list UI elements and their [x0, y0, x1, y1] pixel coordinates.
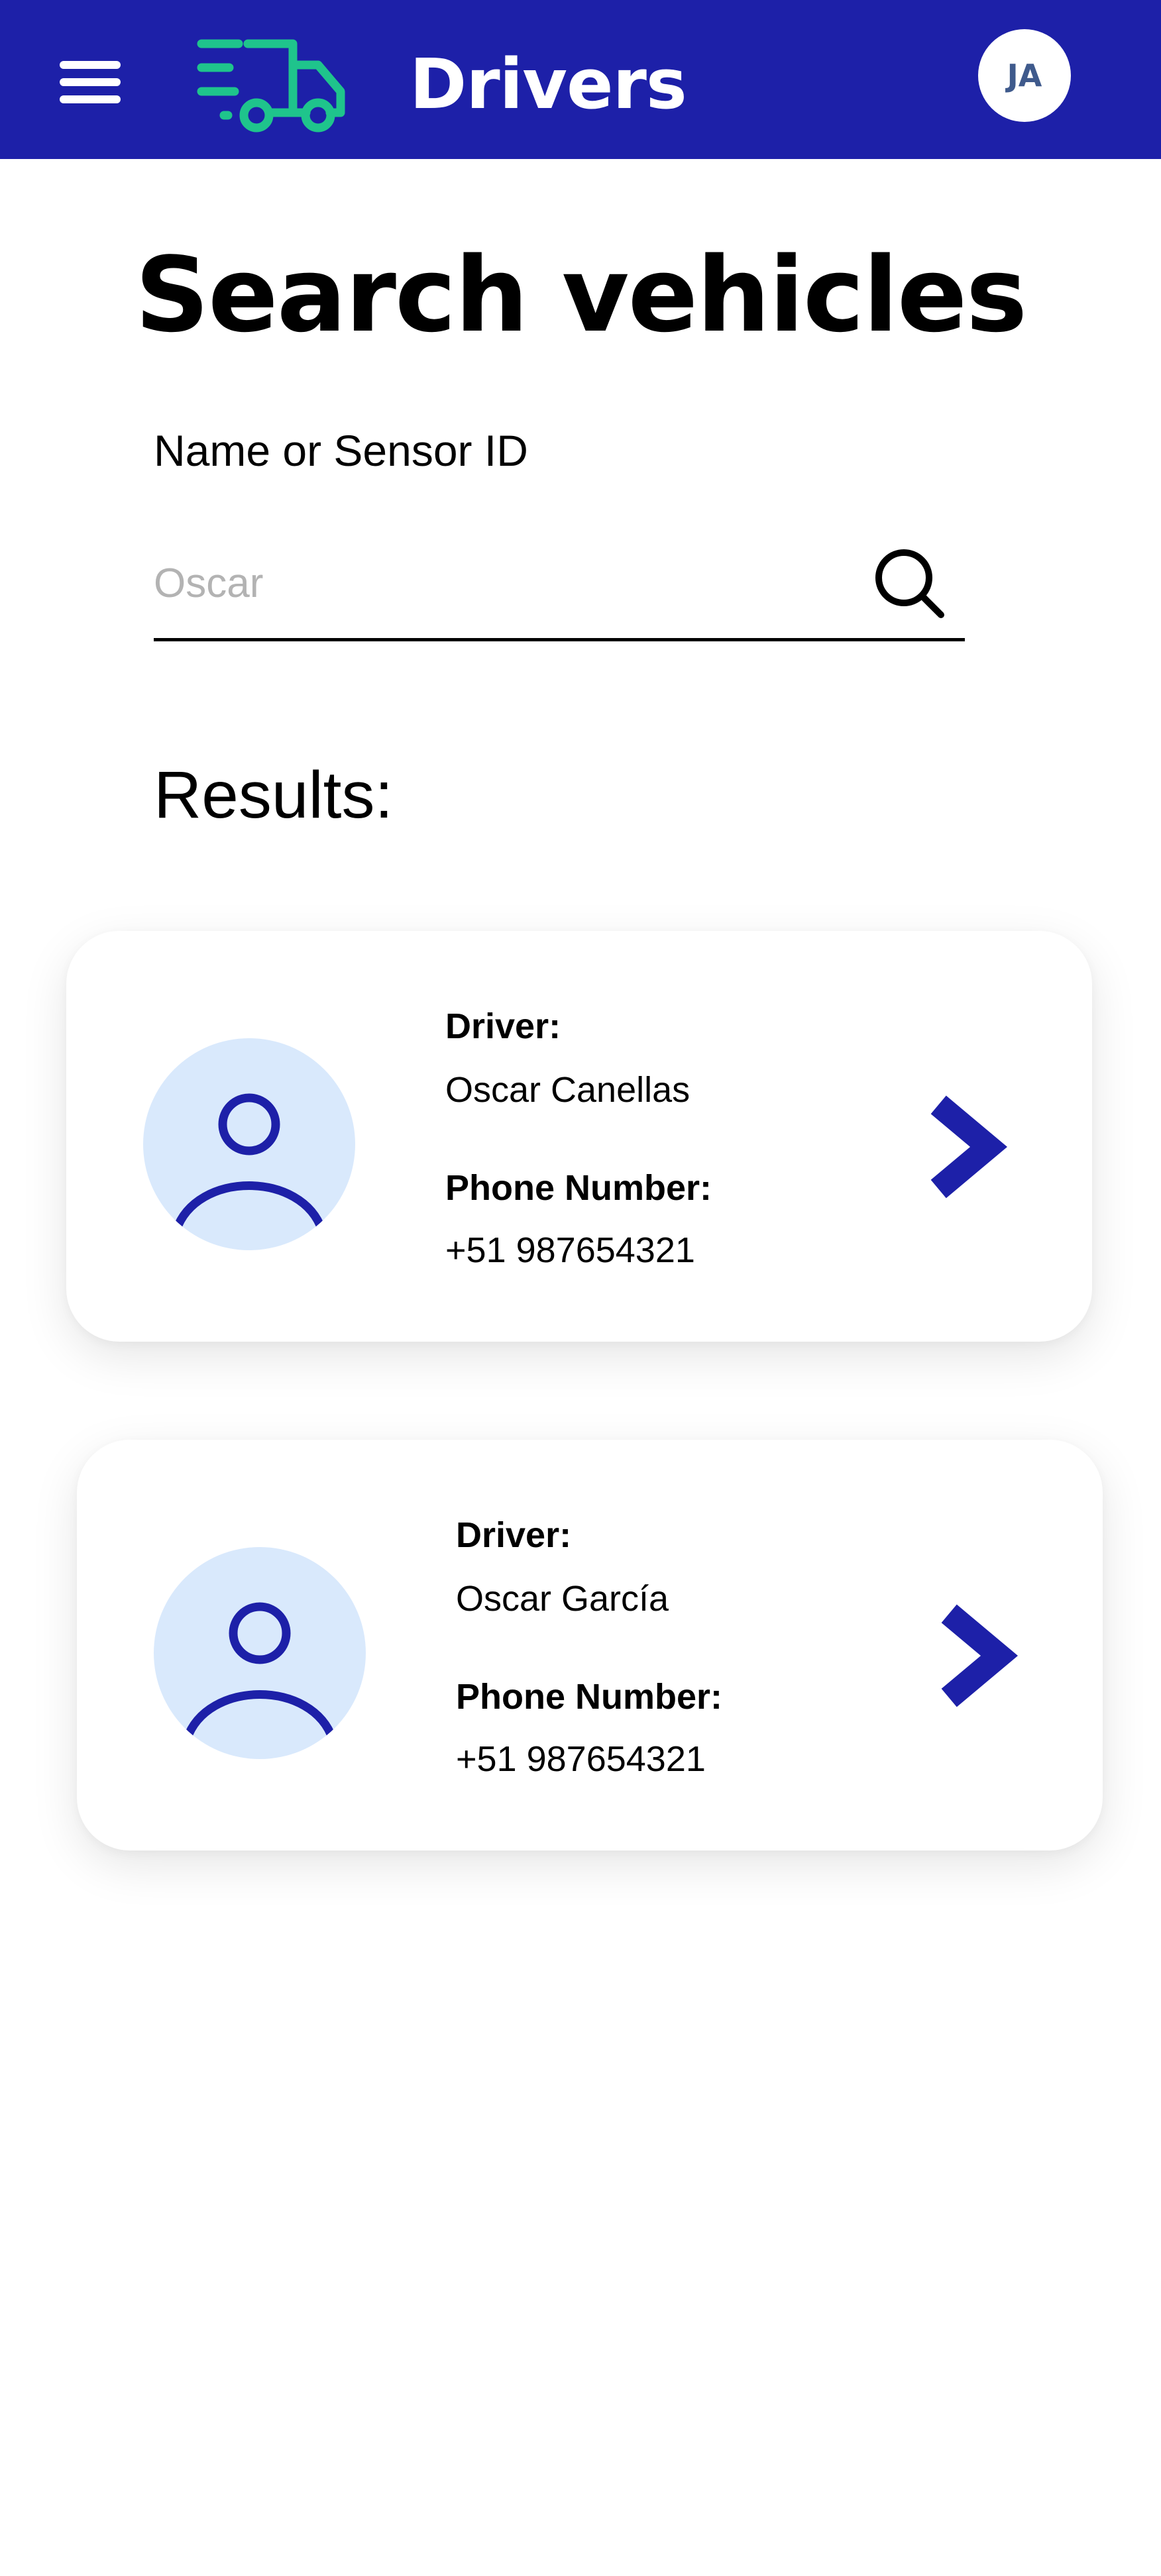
driver-label: Driver: — [456, 1515, 572, 1555]
app-header: Drivers JA — [0, 0, 1161, 159]
search-input[interactable] — [154, 543, 856, 623]
delivery-truck-icon — [197, 39, 345, 133]
search-field-label: Name or Sensor ID — [154, 426, 528, 475]
menu-line — [60, 61, 121, 69]
chevron-right-icon[interactable] — [938, 1603, 1024, 1709]
phone-number: +51 987654321 — [456, 1739, 706, 1779]
search-icon[interactable] — [869, 543, 949, 623]
menu-line — [60, 95, 121, 103]
driver-label: Driver: — [445, 1006, 561, 1046]
results-heading: Results: — [154, 758, 394, 832]
hamburger-menu-icon[interactable] — [60, 61, 123, 103]
user-avatar-button[interactable]: JA — [978, 29, 1071, 122]
user-avatar-icon — [143, 1038, 355, 1250]
phone-label: Phone Number: — [445, 1168, 712, 1208]
result-card[interactable]: Driver: Oscar Canellas Phone Number: +51… — [66, 931, 1092, 1342]
phone-number: +51 987654321 — [445, 1230, 695, 1270]
driver-name: Oscar García — [456, 1579, 669, 1619]
user-avatar-icon — [154, 1547, 366, 1759]
search-field — [154, 543, 965, 641]
app-title: Drivers — [410, 44, 687, 125]
driver-name: Oscar Canellas — [445, 1070, 691, 1110]
page-title: Search vehicles — [135, 235, 1028, 355]
phone-label: Phone Number: — [456, 1677, 723, 1717]
chevron-right-icon[interactable] — [928, 1094, 1014, 1200]
menu-line — [60, 78, 121, 86]
result-card[interactable]: Driver: Oscar García Phone Number: +51 9… — [77, 1440, 1103, 1851]
